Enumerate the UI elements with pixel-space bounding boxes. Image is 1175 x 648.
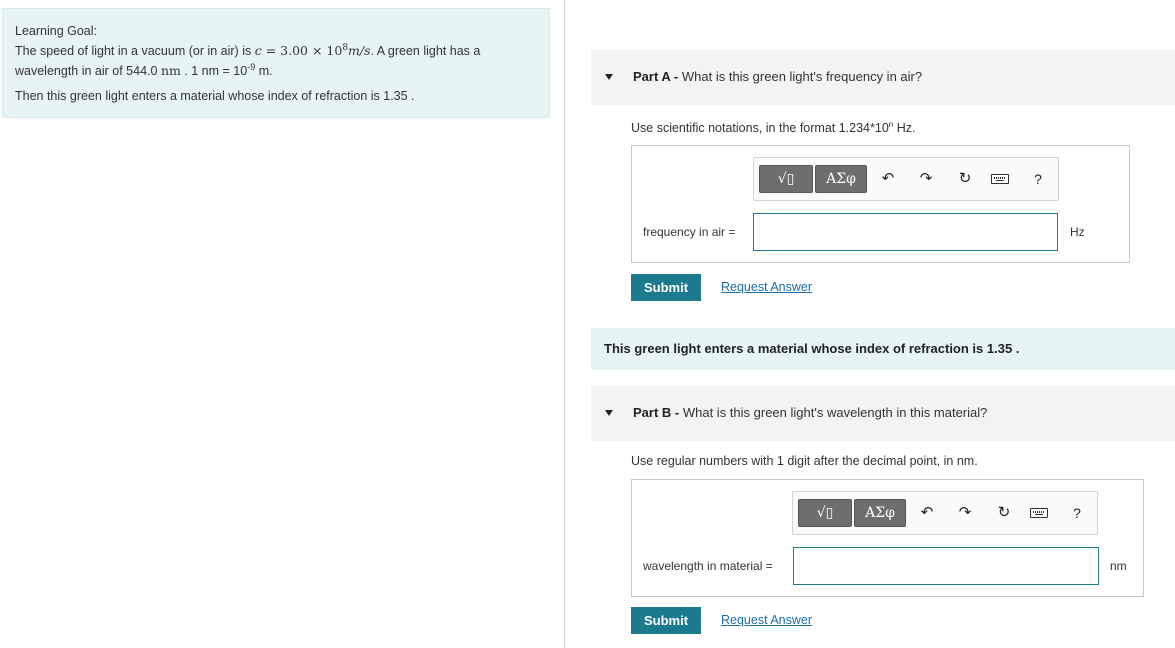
collapse-triangle-icon[interactable] xyxy=(605,410,613,416)
part-b-title: Part B - What is this green light's wave… xyxy=(633,405,987,420)
part-a-label: Part A - xyxy=(633,69,679,84)
wavelength-unit: nm xyxy=(1110,559,1127,573)
learning-goal-panel: Learning Goal: The speed of light in a v… xyxy=(2,8,550,118)
learning-goal-title: Learning Goal: xyxy=(15,24,98,38)
goal-text-2a: wavelength in air of 544.0 xyxy=(15,64,161,78)
part-b-label: Part B - xyxy=(633,405,680,420)
undo-icon[interactable]: ↶ xyxy=(917,503,937,523)
part-b-answer-box: √▯ ΑΣφ ↶ ↷ ↻ ? wavelength in material = … xyxy=(631,479,1144,597)
goal-text-1b: . A green light has a xyxy=(370,44,481,58)
part-a-instruction: Use scientific notations, in the format … xyxy=(631,120,915,135)
keyboard-icon[interactable] xyxy=(991,174,1009,184)
part-a-title: Part A - What is this green light's freq… xyxy=(633,69,922,84)
reset-icon[interactable]: ↻ xyxy=(955,169,975,189)
reset-icon[interactable]: ↻ xyxy=(994,503,1014,523)
goal-nm-unit: nm xyxy=(160,63,181,78)
part-b-question: What is this green light's wavelength in… xyxy=(679,405,988,420)
keyboard-icon[interactable] xyxy=(1030,508,1048,518)
part-a-instruction-text: Use scientific notations, in the format … xyxy=(631,121,889,136)
frequency-label: frequency in air = xyxy=(643,225,736,239)
symbols-button[interactable]: ΑΣφ xyxy=(854,499,906,527)
undo-icon[interactable]: ↶ xyxy=(878,169,898,189)
part-a-submit-button[interactable]: Submit xyxy=(631,274,701,301)
learning-goal-line-2: wavelength in air of 544.0 nm . 1 nm = 1… xyxy=(15,61,537,81)
help-icon[interactable]: ? xyxy=(1028,169,1048,189)
column-divider xyxy=(564,0,565,648)
part-a-answer-box: √▯ ΑΣφ ↶ ↷ ↻ ? frequency in air = Hz xyxy=(631,145,1130,263)
redo-icon[interactable]: ↷ xyxy=(955,503,975,523)
frequency-input[interactable] xyxy=(753,213,1058,251)
templates-button[interactable]: √▯ xyxy=(759,165,813,193)
part-a-instruction-unit: Hz. xyxy=(893,121,916,136)
goal-c-symbol: c xyxy=(254,43,262,58)
templates-button[interactable]: √▯ xyxy=(798,499,852,527)
wavelength-label: wavelength in material = xyxy=(643,559,773,573)
learning-goal-line-3: Then this green light enters a material … xyxy=(15,89,415,103)
part-a-request-answer-link[interactable]: Request Answer xyxy=(721,280,812,294)
goal-speed-coef: 3.00 × 10 xyxy=(280,43,343,58)
refraction-info-banner: This green light enters a material whose… xyxy=(591,328,1175,370)
part-b-math-toolbar: √▯ ΑΣφ ↶ ↷ ↻ ? xyxy=(792,491,1098,535)
part-b-submit-button[interactable]: Submit xyxy=(631,607,701,634)
part-b-instruction: Use regular numbers with 1 digit after t… xyxy=(631,454,978,468)
learning-goal-line-1: The speed of light in a vacuum (or in ai… xyxy=(15,41,537,61)
symbols-button[interactable]: ΑΣφ xyxy=(815,165,867,193)
part-a-math-toolbar: √▯ ΑΣφ ↶ ↷ ↻ ? xyxy=(753,157,1059,201)
goal-speed-unit: m/s xyxy=(348,43,371,58)
part-a-question: What is this green light's frequency in … xyxy=(678,69,923,84)
wavelength-input[interactable] xyxy=(793,547,1099,585)
redo-icon[interactable]: ↷ xyxy=(916,169,936,189)
frequency-unit: Hz xyxy=(1070,225,1085,239)
part-b-header[interactable]: Part B - What is this green light's wave… xyxy=(591,386,1175,441)
part-b-request-answer-link[interactable]: Request Answer xyxy=(721,613,812,627)
goal-equals: = xyxy=(261,43,281,58)
goal-text-2b: . 1 nm = 10 xyxy=(180,64,248,78)
goal-text-2c: m. xyxy=(255,64,273,78)
help-icon[interactable]: ? xyxy=(1067,503,1087,523)
collapse-triangle-icon[interactable] xyxy=(605,74,613,80)
goal-text-1a: The speed of light in a vacuum (or in ai… xyxy=(15,44,255,58)
part-a-header[interactable]: Part A - What is this green light's freq… xyxy=(591,50,1175,105)
